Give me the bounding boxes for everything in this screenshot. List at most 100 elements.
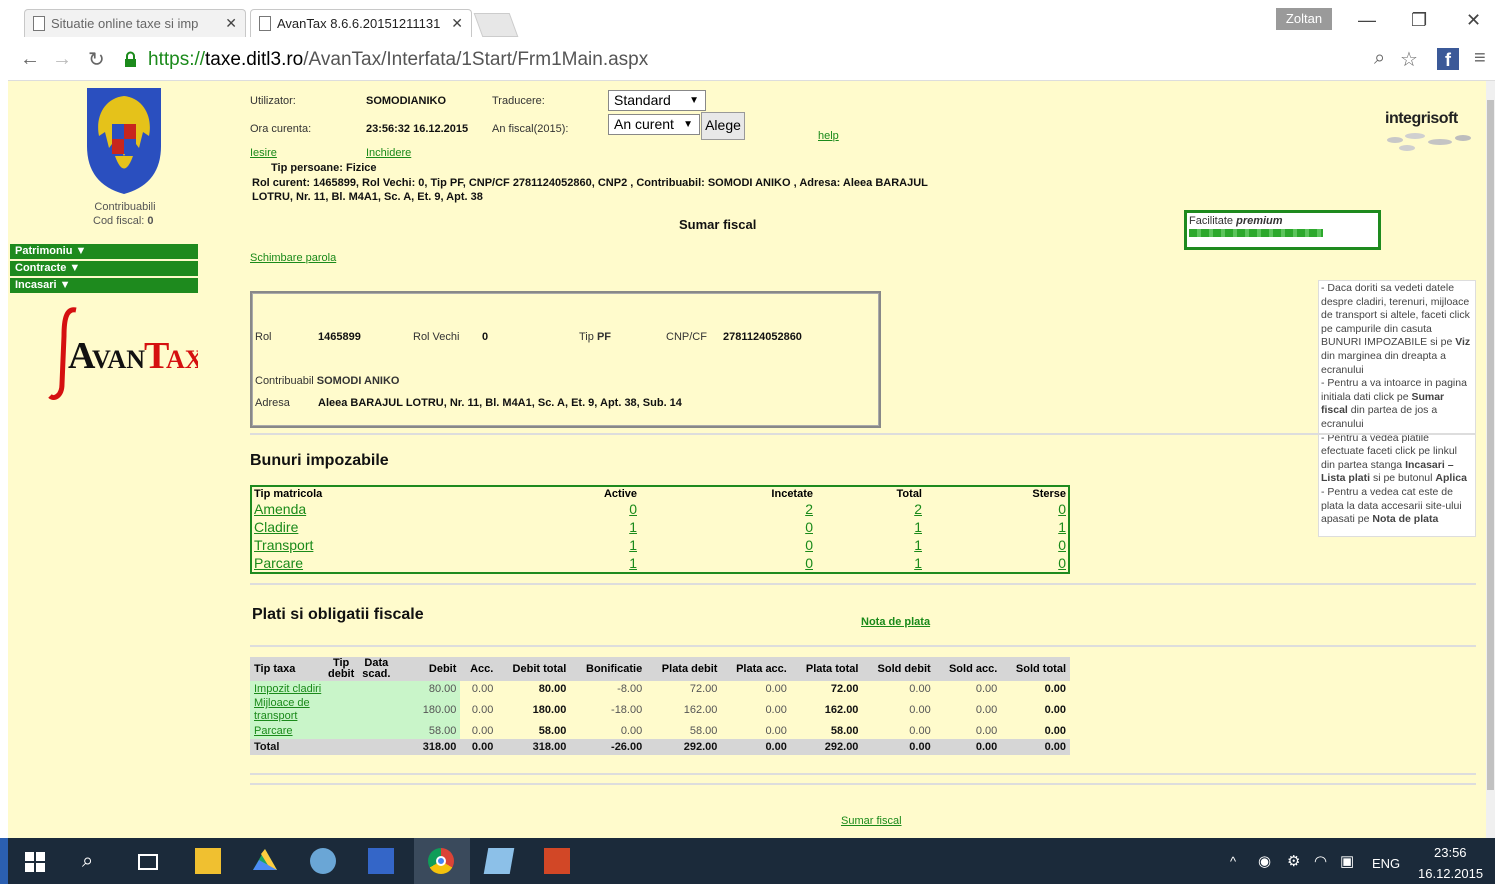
file-explorer-icon[interactable]	[195, 848, 221, 874]
alege-button[interactable]: Alege	[701, 112, 745, 140]
bunuri-count-link[interactable]: 0	[1058, 555, 1066, 571]
close-window-icon[interactable]: ✕	[1466, 10, 1481, 31]
powerpoint-icon[interactable]	[544, 848, 570, 874]
help-link[interactable]: help	[818, 130, 839, 142]
chrome-icon[interactable]	[428, 848, 454, 874]
integrisoft-text: integrisoft	[1385, 110, 1458, 127]
menu-icon[interactable]: ≡	[1474, 47, 1486, 70]
tab-situatie[interactable]: Situatie online taxe si imp ✕	[24, 9, 246, 37]
taskbar-edge	[0, 838, 8, 884]
help-bold: Nota de plata	[1372, 513, 1439, 526]
bunuri-count-link[interactable]: 2	[914, 501, 922, 517]
tray-app-icon[interactable]: ◉	[1258, 852, 1271, 870]
profile-badge[interactable]: Zoltan	[1276, 8, 1332, 30]
search-icon[interactable]: ⌕	[82, 850, 93, 873]
rol-line-2: LOTRU, Nr. 11, Bl. M4A1, Sc. A, Et. 9, A…	[252, 191, 483, 203]
plati-type-link[interactable]: Parcare	[254, 725, 293, 738]
bunuri-table-wrap: Tip matricola Active Incetate Total Ster…	[250, 485, 1070, 574]
bunuri-count-link[interactable]: 0	[805, 537, 813, 553]
rol-line-1: Rol curent: 1465899, Rol Vechi: 0, Tip P…	[252, 177, 928, 189]
plati-cell-plata-acc: 0.00	[765, 704, 787, 716]
google-drive-icon[interactable]	[252, 848, 278, 874]
star-icon[interactable]: ☆	[1400, 47, 1418, 72]
back-icon[interactable]: ←	[20, 48, 40, 71]
save-app-icon[interactable]	[368, 848, 394, 874]
traducere-select[interactable]: Standard ▼	[608, 90, 706, 111]
col-acc: Acc.	[460, 657, 498, 681]
menu-contracte[interactable]: Contracte ▼	[10, 261, 198, 276]
tip-value: PF	[596, 331, 611, 343]
tray-usb-icon[interactable]: ⚙	[1287, 852, 1300, 870]
bunuri-count-link[interactable]: 1	[629, 555, 637, 571]
bunuri-count-link[interactable]: 1	[914, 519, 922, 535]
plati-cell-bonif: -8.00	[617, 683, 643, 695]
plati-cell-sold-acc: 0.00	[975, 683, 998, 695]
forward-icon[interactable]: →	[52, 48, 72, 71]
bunuri-count-link[interactable]: 0	[1058, 537, 1066, 553]
tab-avantax[interactable]: AvanTax 8.6.6.20151211131 ✕	[250, 9, 472, 37]
windows-start-icon[interactable]	[25, 852, 45, 872]
clock-date[interactable]: 16.12.2015	[1418, 866, 1483, 881]
iesire-link[interactable]: Iesire	[250, 147, 277, 159]
premium-box[interactable]: Facilitate premium	[1184, 210, 1381, 250]
bunuri-count-link[interactable]: 1	[629, 519, 637, 535]
plati-type-link[interactable]: Impozit cladiri	[254, 683, 321, 696]
col-debit: Debit	[394, 657, 461, 681]
maximize-icon[interactable]: ❐	[1411, 10, 1427, 31]
menu-patrimoniu[interactable]: Patrimoniu ▼	[10, 244, 198, 259]
taskbar	[8, 838, 1495, 884]
scrollbar-thumb[interactable]	[1487, 100, 1494, 790]
minimize-icon[interactable]: —	[1358, 10, 1376, 31]
bunuri-count-link[interactable]: 1	[914, 555, 922, 571]
schimbare-parola-link[interactable]: Schimbare parola	[250, 252, 336, 264]
plati-cell-plata-total: 72.00	[830, 683, 859, 695]
search-icon[interactable]: ⌕	[1374, 47, 1385, 70]
globe-icon[interactable]	[310, 848, 336, 874]
bunuri-type-link[interactable]: Parcare	[254, 555, 303, 571]
clock-time[interactable]: 23:56	[1434, 845, 1467, 860]
bunuri-count-link[interactable]: 0	[805, 519, 813, 535]
bunuri-count-link[interactable]: 1	[629, 537, 637, 553]
close-tab-icon[interactable]: ✕	[225, 15, 237, 32]
anfiscal-select[interactable]: An curent ▼	[608, 114, 700, 135]
plati-total-debit: 318.00	[394, 739, 461, 755]
reload-icon[interactable]: ↻	[88, 47, 105, 72]
close-tab-icon[interactable]: ✕	[451, 15, 463, 32]
bunuri-count-link[interactable]: 0	[805, 555, 813, 571]
plati-title: Plati si obligatii fiscale	[252, 606, 424, 623]
plati-cell-debit-total: 80.00	[538, 683, 567, 695]
sumar-fiscal-link[interactable]: Sumar fiscal	[841, 815, 902, 827]
help-text: - Daca doriti sa vedeti datele despre cl…	[1321, 282, 1470, 349]
plati-cell-plata-acc: 0.00	[765, 725, 787, 737]
col-data-scad: Data scad.	[358, 657, 395, 681]
wifi-icon[interactable]: ◠	[1314, 852, 1327, 870]
plati-cell-sold-total: 0.00	[1044, 704, 1066, 716]
col-sold-total: Sold total	[1001, 657, 1070, 681]
plati-type-link[interactable]: Mijloace de transport	[254, 697, 324, 723]
divider	[250, 583, 1476, 585]
bunuri-count-link[interactable]: 0	[1058, 501, 1066, 517]
notification-icon[interactable]: ▣	[1340, 852, 1354, 870]
divider	[250, 773, 1476, 775]
menu-incasari[interactable]: Incasari ▼	[10, 278, 198, 293]
bunuri-count-link[interactable]: 1	[914, 537, 922, 553]
bunuri-count-link[interactable]: 0	[629, 501, 637, 517]
plati-cell-plata-total: 58.00	[830, 725, 859, 737]
bunuri-type-link[interactable]: Amenda	[254, 501, 306, 517]
url-field[interactable]: https://taxe.ditl3.ro/AvanTax/Interfata/…	[148, 49, 648, 71]
plati-row: Impozit cladiri 80.00 0.00 80.00 -8.00 72.00 0…	[250, 681, 1070, 697]
language-indicator[interactable]: ENG	[1372, 856, 1400, 871]
bunuri-type-link[interactable]: Cladire	[254, 519, 298, 535]
bunuri-count-link[interactable]: 1	[1058, 519, 1066, 535]
tip-persoane: Tip persoane: Fizice	[271, 162, 377, 174]
facebook-icon[interactable]: f	[1437, 48, 1459, 70]
nota-de-plata-link[interactable]: Nota de plata	[861, 616, 930, 628]
app-icon[interactable]	[483, 848, 515, 874]
tray-chevron-icon[interactable]: ^	[1230, 854, 1236, 869]
task-view-icon[interactable]	[138, 854, 158, 870]
plati-cell-tip: Mijloace de transport	[250, 697, 395, 723]
bunuri-count-link[interactable]: 2	[805, 501, 813, 517]
bunuri-type-link[interactable]: Transport	[254, 537, 313, 553]
inchidere-link[interactable]: Inchidere	[366, 147, 411, 159]
col-incetate: Incetate	[771, 487, 813, 500]
